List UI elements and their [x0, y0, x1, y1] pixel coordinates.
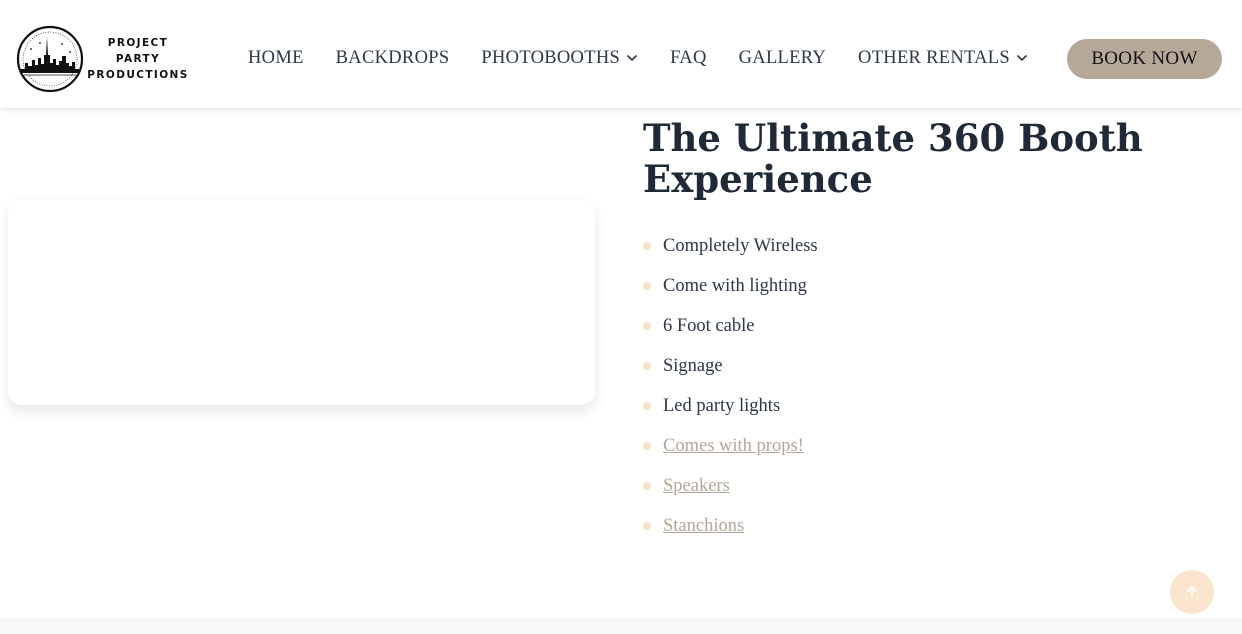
feature-item: Completely Wireless: [643, 226, 818, 266]
stanchions-link[interactable]: Stanchions: [663, 516, 744, 537]
title-line-1: The Ultimate 360 Booth: [643, 116, 1143, 160]
city-skyline-badge-icon: [16, 25, 84, 93]
nav-gallery[interactable]: GALLERY: [723, 48, 842, 69]
nav-photobooths-label: PHOTOBOOTHS: [481, 47, 621, 68]
footer-strip: [0, 617, 1242, 634]
bullet-dot-icon: [643, 522, 651, 530]
brand-line-2: PRODUCTIONS: [87, 69, 189, 81]
feature-item: Come with lighting: [643, 266, 818, 306]
site-header: PROJECT PARTY PRODUCTIONS HOME BACKDROPS…: [0, 0, 1242, 108]
feature-list: Completely Wireless Come with lighting 6…: [643, 226, 818, 546]
feature-label: Signage: [663, 355, 723, 376]
chevron-down-icon: [1016, 54, 1028, 62]
feature-item: Comes with props!: [643, 426, 818, 466]
feature-label: 6 Foot cable: [663, 315, 755, 336]
title-line-2: Experience: [643, 157, 873, 201]
nav-backdrops[interactable]: BACKDROPS: [320, 48, 466, 69]
bullet-dot-icon: [643, 322, 651, 330]
feature-label: Come with lighting: [663, 275, 807, 296]
feature-label: Led party lights: [663, 395, 781, 416]
media-card: [8, 200, 595, 405]
brand-line-1: PROJECT PARTY: [107, 37, 169, 65]
feature-item: 6 Foot cable: [643, 306, 818, 346]
chevron-down-icon: [627, 54, 638, 62]
book-now-button[interactable]: BOOK NOW: [1067, 39, 1222, 79]
bullet-dot-icon: [643, 402, 651, 410]
feature-item: Stanchions: [643, 506, 818, 546]
feature-item: Speakers: [643, 466, 818, 506]
nav-home[interactable]: HOME: [232, 48, 320, 69]
bullet-dot-icon: [643, 482, 651, 490]
bullet-dot-icon: [643, 242, 651, 250]
site-logo[interactable]: PROJECT PARTY PRODUCTIONS: [16, 24, 190, 94]
bullet-dot-icon: [643, 442, 651, 450]
bullet-dot-icon: [643, 282, 651, 290]
feature-item: Led party lights: [643, 386, 818, 426]
brand-name: PROJECT PARTY PRODUCTIONS: [86, 35, 190, 83]
scroll-to-top-button[interactable]: [1170, 570, 1214, 614]
props-link[interactable]: Comes with props!: [663, 436, 804, 457]
nav-photobooths[interactable]: PHOTOBOOTHS: [465, 48, 654, 69]
nav-other-rentals[interactable]: OTHER RENTALS: [842, 48, 1044, 69]
feature-label: Completely Wireless: [663, 235, 818, 256]
bullet-dot-icon: [643, 362, 651, 370]
speakers-link[interactable]: Speakers: [663, 476, 730, 497]
feature-item: Signage: [643, 346, 818, 386]
page-title: The Ultimate 360 Booth Experience: [643, 118, 1203, 200]
main-nav: HOME BACKDROPS PHOTOBOOTHS FAQ GALLERY O…: [232, 38, 1044, 78]
nav-faq[interactable]: FAQ: [654, 48, 723, 69]
arrow-up-icon: [1186, 585, 1198, 598]
nav-other-rentals-label: OTHER RENTALS: [858, 47, 1010, 68]
